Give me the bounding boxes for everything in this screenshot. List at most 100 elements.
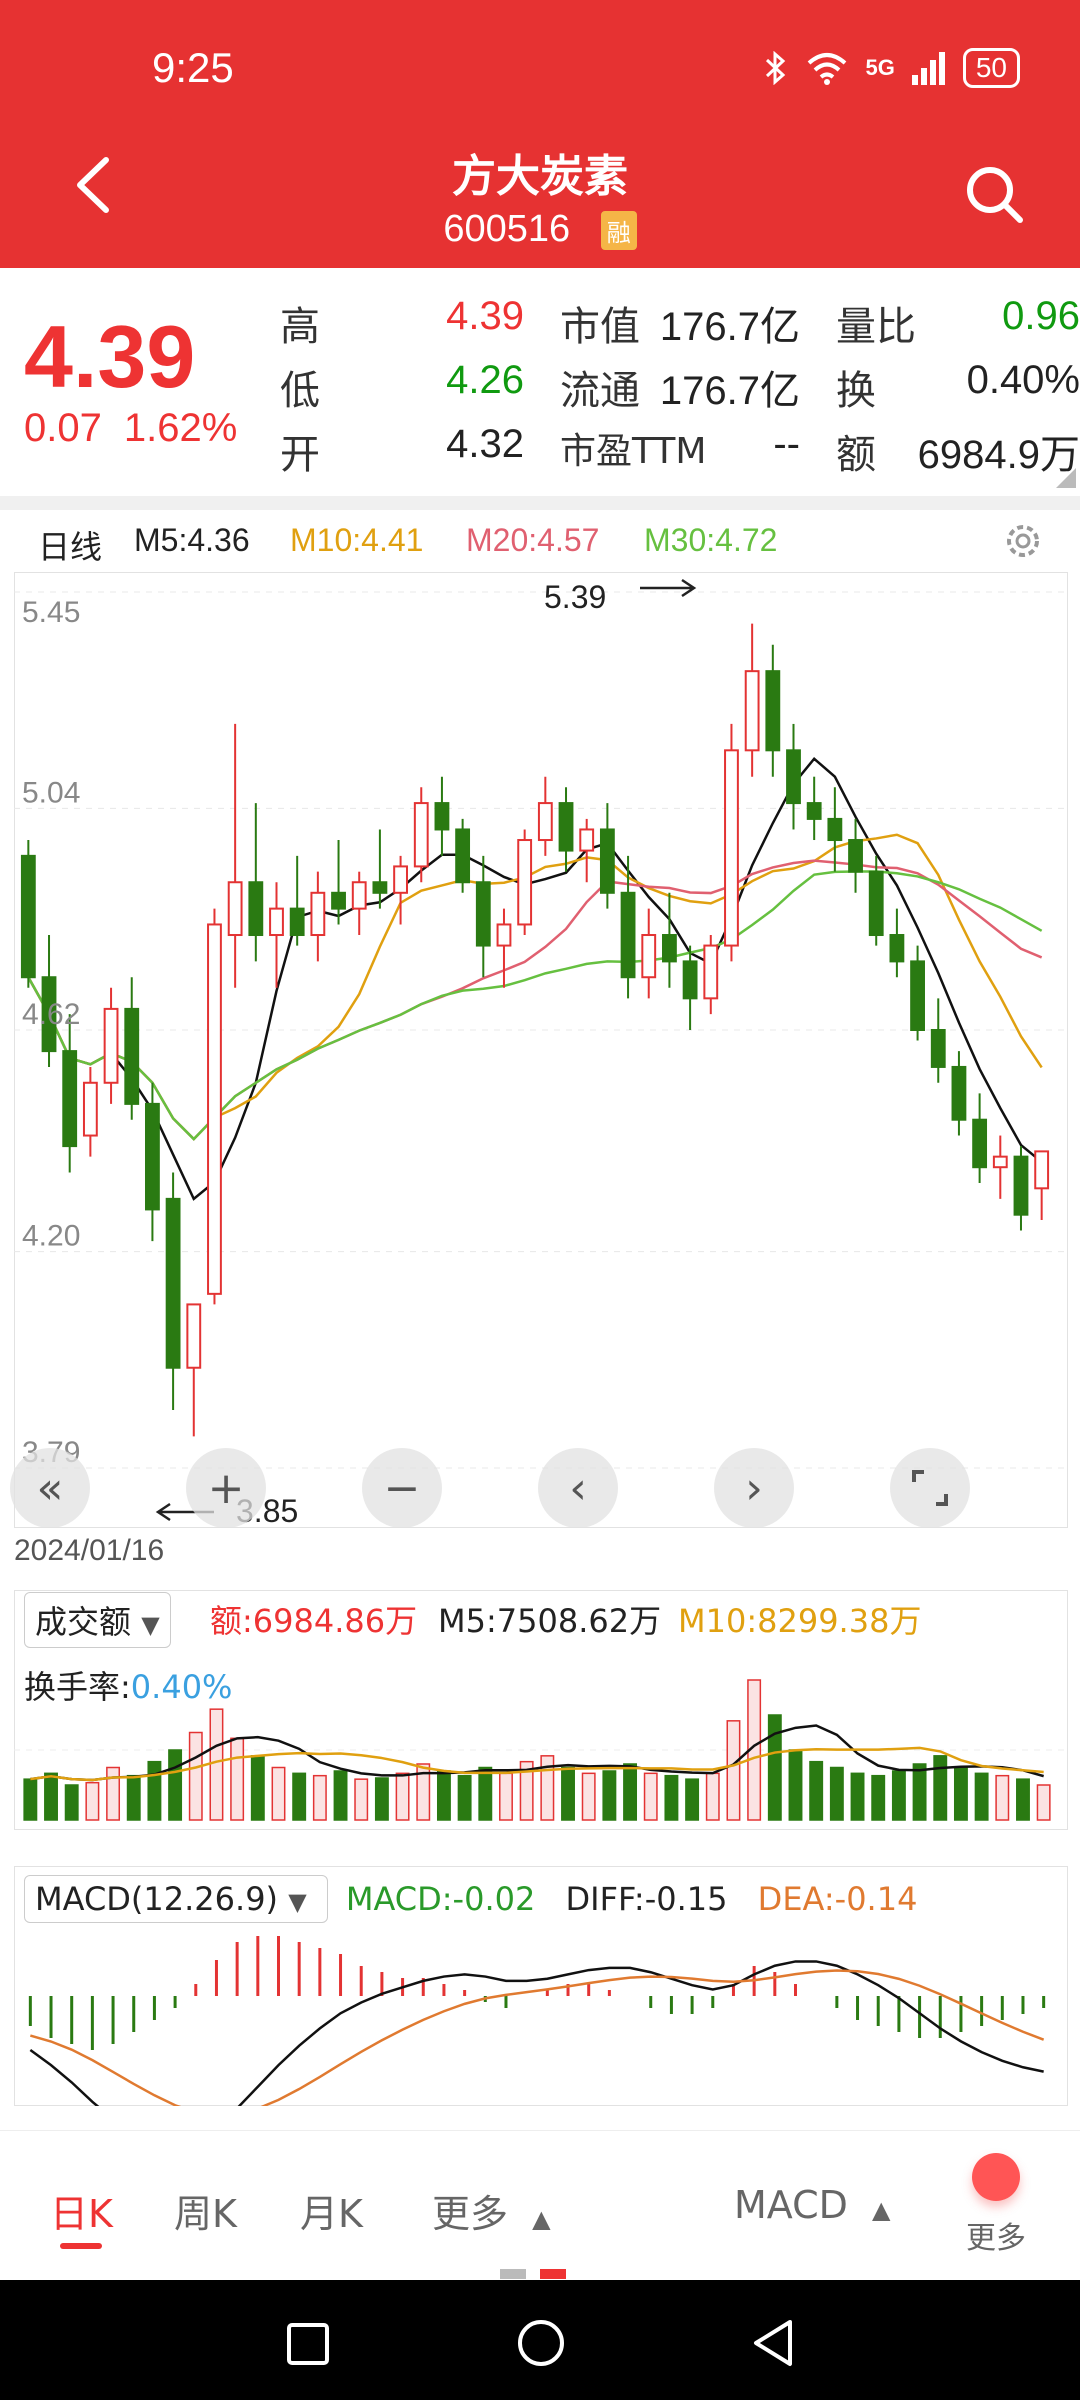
candle-body [393, 865, 408, 894]
candle-body [951, 1065, 967, 1121]
pe-value: -- [773, 422, 800, 466]
period-tabs: 日K 周K 月K 更多 ▲ MACD ▲ 更多 [0, 2130, 1080, 2280]
page-indicator [500, 2269, 566, 2279]
tab-week-k[interactable]: 周K [174, 2183, 237, 2238]
gear-icon[interactable] [1000, 518, 1046, 564]
candle-body [827, 817, 843, 842]
candle-body [930, 1029, 946, 1068]
candle-body [848, 839, 863, 873]
scroll-right-button[interactable]: › [714, 1448, 794, 1528]
volume-bar [602, 1770, 617, 1821]
stock-code: 600516 [443, 208, 571, 250]
volume-bar [250, 1755, 265, 1821]
volume-bar [44, 1772, 58, 1821]
candle-body [641, 934, 657, 979]
period-label[interactable]: 日线 [38, 522, 102, 568]
turnover-rate: 换手率:0.40% [24, 1662, 232, 1708]
price-change: 0.07 1.62% [24, 406, 259, 451]
recents-button[interactable] [286, 2322, 330, 2366]
tab-day-k[interactable]: 日K [50, 2183, 113, 2238]
candle-body [434, 802, 450, 831]
change-value: 0.07 [24, 406, 102, 450]
volume-bar [478, 1766, 493, 1821]
volume-selector[interactable]: 成交额 ▼ [24, 1592, 171, 1648]
candle-body [20, 854, 36, 979]
candle-body [599, 828, 615, 894]
volume-bar [664, 1774, 679, 1821]
candle-body [889, 934, 905, 963]
volume-bar [912, 1763, 927, 1821]
high-value: 4.39 [446, 294, 524, 338]
open-label: 开 [280, 432, 320, 478]
candle-body [310, 891, 326, 937]
ma20-label: M20:4.57 [466, 522, 600, 558]
volume-bar [292, 1772, 307, 1821]
diff-value: DIFF:-0.15 [565, 1880, 728, 1918]
volume-bar [374, 1777, 389, 1821]
volume-bar [209, 1708, 224, 1821]
volume-bar [147, 1760, 162, 1821]
mktcap-value: 176.7亿 [659, 305, 800, 349]
volume-bar [809, 1760, 824, 1821]
ma10-label: M10:4.41 [290, 522, 424, 558]
candle-body [413, 802, 429, 868]
search-button[interactable] [960, 160, 1030, 230]
volume-bar [106, 1766, 121, 1821]
candle-body [662, 934, 677, 963]
candle-body [186, 1303, 202, 1369]
wifi-icon [808, 53, 847, 85]
volume-m5: M5:7508.62万 [438, 1602, 662, 1640]
volume-bar [23, 1778, 38, 1821]
candle-body [682, 960, 698, 1000]
volume-bar [333, 1770, 348, 1821]
candle-body [868, 870, 884, 937]
tab-more[interactable]: 更多 ▲ [432, 2183, 551, 2238]
bluetooth-icon [766, 51, 786, 85]
zoom-in-button[interactable]: + [186, 1448, 266, 1528]
volume-bar [395, 1772, 410, 1821]
fullscreen-button[interactable] [890, 1448, 970, 1528]
high-label: 高 [280, 304, 320, 350]
back-nav-button[interactable] [750, 2318, 796, 2368]
volume-bar [933, 1755, 948, 1821]
candle-body [703, 944, 719, 1000]
scroll-fast-left-button[interactable]: « [10, 1448, 90, 1528]
scroll-left-button[interactable]: ‹ [538, 1448, 618, 1528]
candle-body [248, 881, 264, 937]
volume-bar [767, 1714, 782, 1821]
status-time: 9:25 [152, 44, 234, 91]
candle-body [1013, 1155, 1029, 1216]
volume-bar [850, 1772, 865, 1821]
turnover-label: 换 [836, 368, 876, 414]
home-button[interactable] [516, 2318, 566, 2368]
chevron-down-icon: ▼ [288, 1888, 307, 1916]
page-dot-active [540, 2269, 566, 2279]
candle-body [145, 1102, 160, 1211]
stock-code-row: 600516 融 [0, 208, 1080, 251]
volume-bar [705, 1772, 720, 1821]
volume-amount: 额:6984.86万 [210, 1602, 418, 1640]
more-label[interactable]: 更多 [966, 2213, 1026, 2257]
low-value: 4.26 [446, 358, 524, 402]
candle-body [744, 670, 760, 752]
quote-panel: 4.39 0.07 1.62% 高 4.39 市值 176.7亿 量比 0.96 … [0, 268, 1080, 496]
corner-expand-icon[interactable] [1056, 468, 1076, 488]
ma-legend: 日线 M5:4.36 M10:4.41 M20:4.57 M30:4.72 [0, 516, 1080, 566]
macd-selector[interactable]: MACD(12.26.9) ▼ [24, 1875, 328, 1923]
tab-month-k[interactable]: 月K [300, 2183, 363, 2238]
open-value: 4.32 [446, 422, 524, 466]
zoom-out-button[interactable]: − [362, 1448, 442, 1528]
amount-label: 额 [836, 432, 876, 478]
vol-ratio-value: 0.96 [1002, 294, 1080, 338]
candle-body [82, 1081, 98, 1137]
kline-chart[interactable]: 5.455.044.624.203.79 5.39 3.85 [14, 572, 1068, 1528]
more-bubble-icon[interactable] [972, 2153, 1020, 2201]
volume-bar [436, 1770, 451, 1821]
float-label: 流通 [560, 368, 640, 414]
candle-body [910, 960, 925, 1031]
candle-body [165, 1197, 181, 1369]
tab-indicator[interactable]: MACD ▲ [734, 2183, 890, 2227]
candle-body [207, 923, 222, 1295]
y-tick-label: 4.20 [22, 1220, 80, 1253]
page-title: 方大炭素 [452, 151, 628, 202]
